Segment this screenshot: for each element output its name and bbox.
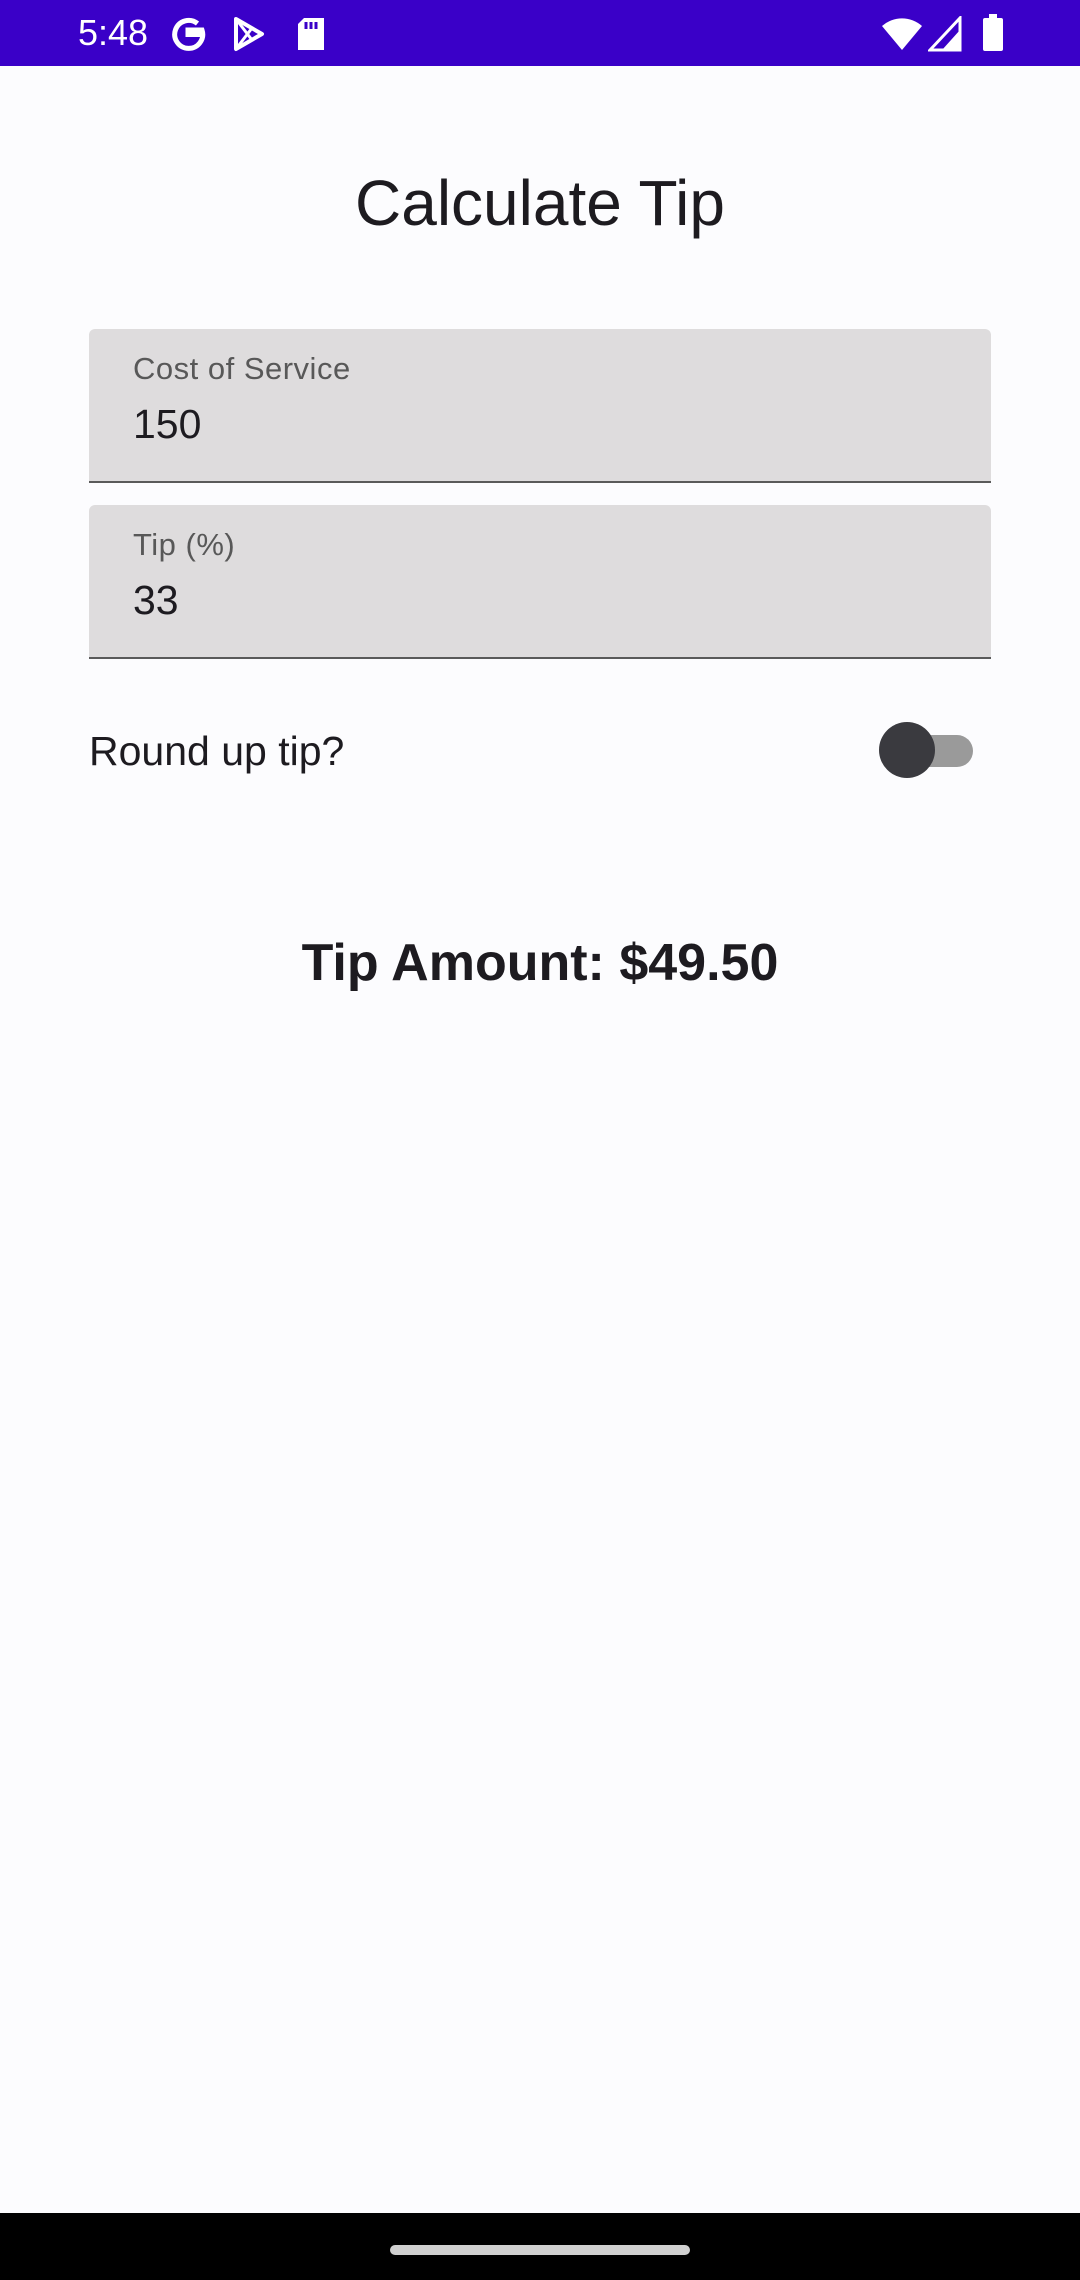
tip-amount-result: Tip Amount: $49.50 [301,934,779,992]
round-up-switch[interactable] [879,722,973,778]
battery-icon [983,14,1003,51]
status-bar: 5:48 [0,0,1080,66]
tip-calculator-screen: Calculate Tip Cost of Service 150 Tip (%… [0,66,1080,2213]
google-icon [172,17,206,51]
page-title: Calculate Tip [355,167,725,239]
tip-percent-value[interactable]: 33 [133,575,179,625]
tip-percent-label: Tip (%) [133,527,236,562]
tip-percent-field[interactable]: Tip (%) 33 [89,505,991,659]
wifi-icon [882,18,922,50]
sd-card-icon [298,18,324,50]
round-up-label: Round up tip? [89,728,345,774]
home-gesture-handle[interactable] [390,2245,690,2255]
cost-of-service-field[interactable]: Cost of Service 150 [89,329,991,483]
cost-of-service-value[interactable]: 150 [133,399,201,449]
status-time: 5:48 [78,12,149,53]
play-store-icon [234,17,264,51]
cell-signal-icon [928,16,962,52]
cost-of-service-label: Cost of Service [133,351,351,386]
navigation-bar [0,2213,1080,2280]
switch-thumb [879,722,935,778]
